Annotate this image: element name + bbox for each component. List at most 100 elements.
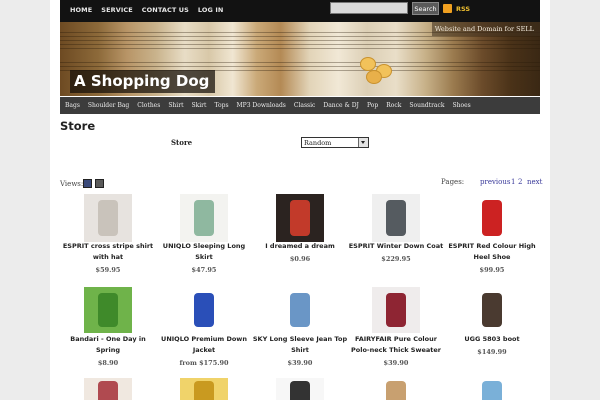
product-name[interactable]: with hat	[60, 252, 156, 263]
chevron-down-icon[interactable]	[358, 138, 368, 147]
product-name[interactable]: UGG 5803 boot	[444, 334, 540, 345]
product-image[interactable]	[468, 378, 516, 400]
product-image[interactable]	[468, 194, 516, 242]
category-list: Bags Shoulder Bag Clothes Shirt Skirt Tops MP3…	[65, 102, 479, 109]
product-name[interactable]: SKY Long Sleeve Jean Top	[252, 334, 348, 345]
top-nav-links: HOME SERVICE CONTACT US LOG IN	[70, 6, 232, 14]
product-image[interactable]	[372, 378, 420, 400]
product-image[interactable]	[468, 287, 516, 333]
product-image-subject	[194, 293, 214, 327]
banner-decoration	[60, 66, 540, 67]
header-banner: Website and Domain for SELL A Shopping D…	[60, 22, 540, 96]
product-image-subject	[290, 381, 310, 400]
product-price: $47.95	[191, 266, 217, 274]
product-name[interactable]: ESPRIT cross stripe shirt	[60, 241, 156, 252]
category-navigation: Bags Shoulder Bag Clothes Shirt Skirt Tops MP3…	[60, 97, 540, 114]
product-name[interactable]: I dreamed a dream	[252, 241, 348, 252]
product-name[interactable]: UNIQLO Sleeping Long	[156, 241, 252, 252]
product-image-subject	[98, 200, 118, 236]
banner-decoration	[60, 62, 540, 63]
product-name[interactable]: Bandari - One Day in	[60, 334, 156, 345]
product-price: $8.90	[97, 359, 119, 367]
category-item[interactable]: Shoes	[453, 102, 471, 109]
views-label: Views:	[60, 180, 84, 188]
pager-page-2[interactable]: 2	[518, 178, 522, 186]
category-item[interactable]: Pop	[367, 102, 378, 109]
pager-page-1[interactable]: 1	[511, 178, 515, 186]
product-image[interactable]	[180, 194, 228, 242]
product-name[interactable]: Spring	[60, 345, 156, 356]
category-item[interactable]: Skirt	[192, 102, 207, 109]
product-image[interactable]	[84, 194, 132, 242]
category-item[interactable]: Tops	[214, 102, 228, 109]
category-item[interactable]: Bags	[65, 102, 80, 109]
pager-previous-link[interactable]: previous	[480, 178, 510, 186]
product-image[interactable]	[84, 378, 132, 400]
product-price: $39.90	[287, 359, 313, 367]
category-item[interactable]: Shirt	[168, 102, 183, 109]
product-name[interactable]: Jacket	[156, 345, 252, 356]
product-price: $39.90	[383, 359, 409, 367]
page-title: Store	[60, 119, 96, 133]
product-image-subject	[290, 200, 310, 236]
nav-home-link[interactable]: HOME	[70, 6, 92, 14]
product-name[interactable]: Shirt	[252, 345, 348, 356]
category-item[interactable]: Soundtrack	[409, 102, 444, 109]
product-name[interactable]: ESPRIT Winter Down Coat	[348, 241, 444, 252]
nav-contact-link[interactable]: CONTACT US	[142, 6, 189, 14]
nav-login-link[interactable]: LOG IN	[198, 6, 224, 14]
product-image-subject	[482, 293, 502, 327]
banner-decoration	[60, 36, 540, 37]
category-item[interactable]: Clothes	[137, 102, 160, 109]
product-name[interactable]: FAIRYFAIR Pure Colour	[348, 334, 444, 345]
product-image-subject	[194, 381, 214, 400]
rss-link[interactable]: RSS	[456, 5, 470, 13]
pages-label: Pages:	[441, 178, 465, 186]
product-image[interactable]	[276, 287, 324, 333]
product-price: $0.96	[289, 255, 311, 263]
product-name[interactable]: Polo-neck Thick Sweater	[348, 345, 444, 356]
sort-select-value: Random	[304, 139, 332, 147]
product-image-subject	[194, 200, 214, 236]
product-price: $99.95	[479, 266, 505, 274]
product-image-subject	[98, 293, 118, 327]
rss-icon[interactable]	[443, 4, 452, 13]
product-price: $229.95	[381, 255, 411, 263]
product-image-subject	[482, 381, 502, 400]
product-name[interactable]: Heel Shoe	[444, 252, 540, 263]
flower-decoration	[360, 57, 376, 71]
product-image-subject	[290, 293, 310, 327]
category-item[interactable]: Classic	[294, 102, 316, 109]
product-image[interactable]	[180, 378, 228, 400]
product-image[interactable]	[276, 194, 324, 242]
product-image[interactable]	[276, 378, 324, 400]
product-name[interactable]: ESPRIT Red Colour High	[444, 241, 540, 252]
sort-select[interactable]: Random	[301, 137, 369, 148]
banner-ad-text[interactable]: Website and Domain for SELL	[432, 22, 540, 36]
banner-decoration	[60, 40, 540, 41]
product-price: $59.95	[95, 266, 121, 274]
product-image[interactable]	[372, 287, 420, 333]
search-input[interactable]	[330, 2, 408, 14]
category-item[interactable]: Shoulder Bag	[88, 102, 129, 109]
banner-decoration	[60, 44, 540, 45]
category-item[interactable]: Dance & DJ	[323, 102, 359, 109]
search-button[interactable]: Search	[412, 2, 439, 15]
product-price: $149.99	[477, 348, 507, 356]
banner-decoration	[60, 48, 540, 49]
category-item[interactable]: MP3 Downloads	[237, 102, 286, 109]
site-title[interactable]: A Shopping Dog	[70, 70, 216, 93]
nav-service-link[interactable]: SERVICE	[101, 6, 133, 14]
product-price: from $175.90	[179, 359, 229, 367]
product-image[interactable]	[180, 287, 228, 333]
product-image[interactable]	[84, 287, 132, 333]
product-image-subject	[98, 381, 118, 400]
pager-next-link[interactable]: next	[527, 178, 542, 186]
list-view-icon[interactable]	[95, 179, 104, 188]
category-item[interactable]: Rock	[386, 102, 401, 109]
grid-view-icon[interactable]	[83, 179, 92, 188]
flower-decoration	[366, 70, 382, 84]
product-name[interactable]: Skirt	[156, 252, 252, 263]
product-name[interactable]: UNIQLO Premium Down	[156, 334, 252, 345]
product-image[interactable]	[372, 194, 420, 242]
